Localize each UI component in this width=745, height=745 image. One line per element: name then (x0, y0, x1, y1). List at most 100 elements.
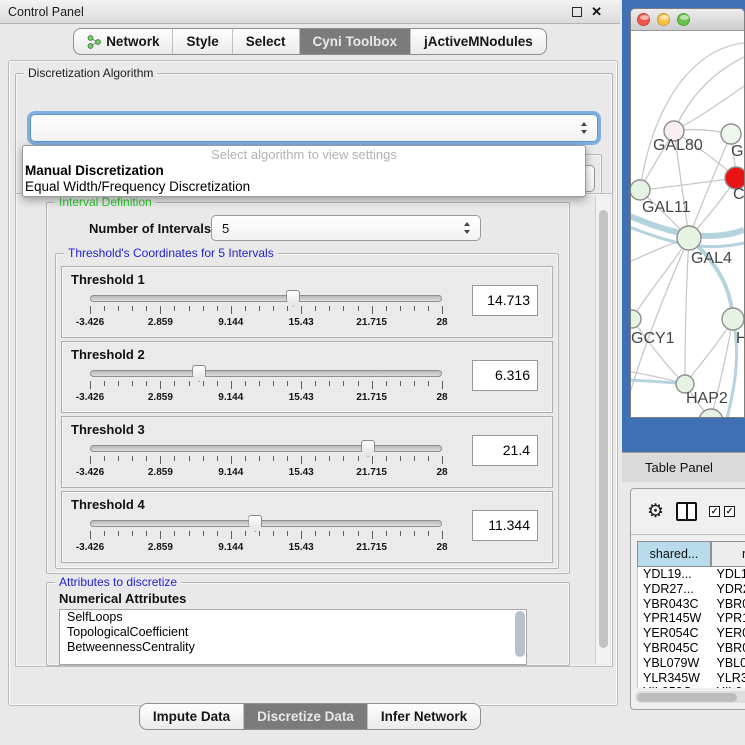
table-cell[interactable]: YDL19... (638, 567, 712, 582)
threshold-value-field[interactable]: 21.4 (472, 435, 538, 466)
threshold-panel: Threshold 2 -3.4262.8599.14415.4321.7152… (61, 341, 553, 413)
network-node[interactable] (677, 226, 701, 250)
network-node[interactable] (631, 310, 641, 328)
slider-thumb[interactable] (248, 515, 262, 532)
table-cell[interactable]: YER0 (712, 626, 745, 641)
tick-label: -3.426 (76, 467, 104, 478)
table-cell[interactable]: YPR1 (712, 611, 745, 626)
table-cell[interactable]: YLR345W (638, 671, 712, 686)
attribute-list-item[interactable]: BetweennessCentrality (60, 640, 526, 655)
slider-thumb[interactable] (286, 290, 300, 307)
table-row[interactable]: YDR27... YDR2 (638, 582, 745, 597)
table-row[interactable]: YDL19... YDL1 (638, 567, 745, 582)
scrollbar-thumb[interactable] (599, 210, 608, 648)
network-node-label: G (731, 143, 743, 160)
tab-impute-data[interactable]: Impute Data (140, 704, 244, 729)
table-row[interactable]: YIL052C YIL0 (638, 685, 745, 688)
tick-label: 2.859 (148, 467, 173, 478)
slider-track[interactable] (90, 370, 442, 377)
threshold-value-field[interactable]: 11.344 (472, 510, 538, 541)
attribute-list-item[interactable]: SelfLoops (60, 610, 526, 625)
threshold-slider[interactable]: -3.4262.8599.14415.4321.71528 (90, 364, 442, 410)
gear-icon[interactable]: ⚙ (647, 502, 664, 522)
network-node-label: GAL80 (653, 137, 703, 154)
table-cell[interactable]: YBR0 (712, 641, 745, 656)
algorithm-option[interactable]: Equal Width/Frequency Discretization (23, 179, 585, 195)
table-row[interactable]: YER054C YER0 (638, 626, 745, 641)
threshold-value-field[interactable]: 6.316 (472, 360, 538, 391)
threshold-slider[interactable]: -3.4262.8599.14415.4321.71528 (90, 289, 442, 335)
network-edge (640, 178, 736, 190)
table-cell[interactable]: YBR045C (638, 641, 712, 656)
number-of-intervals-combo[interactable]: 5 (211, 215, 481, 241)
algorithm-combo[interactable] (30, 114, 598, 142)
table-row[interactable]: YBL079W YBL0 (638, 656, 745, 671)
network-node[interactable] (699, 409, 723, 418)
slider-ticks (90, 381, 442, 390)
table-row[interactable]: YBR043C YBR0 (638, 597, 745, 612)
tab-cyni-toolbox[interactable]: Cyni Toolbox (300, 29, 412, 54)
slider-track[interactable] (90, 295, 442, 302)
tab-style[interactable]: Style (173, 29, 232, 54)
tab-label: Network (106, 34, 159, 49)
network-node[interactable] (722, 308, 744, 330)
slider-track[interactable] (90, 520, 442, 527)
threshold-value-field[interactable]: 14.713 (472, 285, 538, 316)
network-window-titlebar (631, 9, 744, 31)
column-header[interactable]: shared... (637, 541, 711, 567)
algorithm-placeholder-option[interactable]: Select algorithm to view settings (23, 146, 585, 163)
table-cell[interactable]: YBR0 (712, 597, 745, 612)
network-canvas[interactable]: GAL80GCGAL11GAL4GCY1HHAP2 (631, 31, 744, 418)
table-cell[interactable]: YBL079W (638, 656, 712, 671)
table-horizontal-scrollbar[interactable] (635, 691, 745, 703)
zoom-window-icon[interactable] (677, 13, 690, 26)
minimize-window-icon[interactable] (657, 13, 670, 26)
tab-label: Select (246, 34, 286, 49)
scrollbar-thumb[interactable] (637, 693, 737, 702)
tab-discretize-data[interactable]: Discretize Data (244, 704, 368, 729)
close-panel-icon[interactable]: ✕ (591, 7, 602, 17)
table-row[interactable]: YBR045C YBR0 (638, 641, 745, 656)
numerical-attributes-list[interactable]: SelfLoopsTopologicalCoefficientBetweenne… (59, 609, 527, 665)
tab-select[interactable]: Select (233, 29, 300, 54)
network-node[interactable] (631, 180, 650, 200)
network-node[interactable] (721, 124, 741, 144)
algorithm-option[interactable]: Manual Discretization (23, 163, 585, 179)
settings-vertical-scrollbar[interactable] (595, 196, 610, 664)
tab-infer-network[interactable]: Infer Network (368, 704, 480, 729)
table-cell[interactable]: YIL052C (638, 685, 712, 688)
table-cell[interactable]: YLR3 (712, 671, 745, 686)
threshold-slider[interactable]: -3.4262.8599.14415.4321.71528 (90, 439, 442, 485)
attributes-list-scrollbar[interactable] (515, 611, 525, 657)
slider-thumb[interactable] (361, 440, 375, 457)
control-panel-title: Control Panel (8, 5, 84, 19)
slider-track[interactable] (90, 445, 442, 452)
threshold-label: Threshold 4 (71, 497, 145, 512)
network-icon (87, 35, 101, 49)
table-cell[interactable]: YER054C (638, 626, 712, 641)
checkbox-icon[interactable]: ✓ (709, 506, 720, 517)
network-window: GAL80GCGAL11GAL4GCY1HHAP2 (630, 8, 745, 418)
table-cell[interactable]: YDL1 (712, 567, 745, 582)
top-tabs: Network Style Select Cyni Toolbox jActiv… (73, 28, 547, 55)
threshold-slider[interactable]: -3.4262.8599.14415.4321.71528 (90, 514, 442, 560)
tab-network[interactable]: Network (74, 29, 173, 54)
interval-definition-group: Interval Definition Number of Intervals … (46, 202, 570, 574)
column-header[interactable]: na (711, 541, 745, 567)
tab-jactivemnodules[interactable]: jActiveMNodules (411, 29, 546, 54)
table-row[interactable]: YLR345W YLR3 (638, 671, 745, 686)
table-cell[interactable]: YDR27... (638, 582, 712, 597)
table-cell[interactable]: YPR145W (638, 611, 712, 626)
table-cell[interactable]: YBR043C (638, 597, 712, 612)
table-cell[interactable]: YIL0 (712, 685, 745, 688)
tick-label: 15.43 (289, 542, 314, 553)
checkbox-icon[interactable]: ✓ (724, 506, 735, 517)
float-window-icon[interactable] (572, 7, 582, 17)
slider-thumb[interactable] (192, 365, 206, 382)
table-cell[interactable]: YDR2 (712, 582, 745, 597)
close-window-icon[interactable] (637, 13, 650, 26)
table-cell[interactable]: YBL0 (712, 656, 745, 671)
columns-icon[interactable] (676, 502, 697, 521)
attribute-list-item[interactable]: TopologicalCoefficient (60, 625, 526, 640)
table-row[interactable]: YPR145W YPR1 (638, 611, 745, 626)
